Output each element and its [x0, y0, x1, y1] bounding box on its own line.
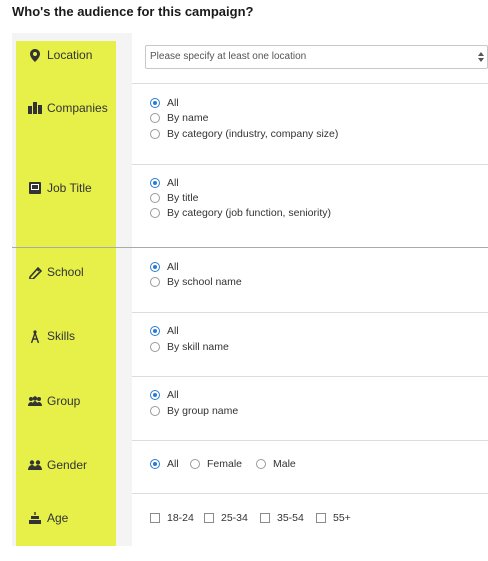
radio-button[interactable]	[150, 98, 160, 108]
divider	[132, 164, 488, 165]
radio-button[interactable]	[150, 129, 160, 139]
companies-option-all[interactable]: All	[150, 97, 179, 109]
select-arrows-icon	[478, 52, 484, 65]
briefcase-icon	[28, 181, 42, 195]
school-option-all[interactable]: All	[150, 261, 179, 273]
radio-button[interactable]	[150, 113, 160, 123]
gender-option-male[interactable]: Male	[256, 458, 296, 470]
school-option-by-school-name[interactable]: By school name	[150, 276, 242, 288]
people-icon	[28, 458, 42, 472]
radio-button[interactable]	[150, 406, 160, 416]
companies-option-by-name[interactable]: By name	[150, 112, 208, 124]
radio-button[interactable]	[150, 326, 160, 336]
location-label: Location	[28, 48, 92, 62]
age-option-55-plus[interactable]: 55+	[316, 512, 351, 524]
checkbox[interactable]	[204, 513, 214, 523]
gender-label: Gender	[28, 458, 87, 472]
job-title-option-by-category[interactable]: By category (job function, seniority)	[150, 207, 331, 219]
job-title-option-by-title[interactable]: By title	[150, 192, 199, 204]
radio-button[interactable]	[150, 277, 160, 287]
radio-button[interactable]	[150, 178, 160, 188]
radio-button[interactable]	[150, 342, 160, 352]
diploma-icon	[28, 265, 42, 279]
skills-option-all[interactable]: All	[150, 325, 179, 337]
section-divider	[12, 247, 488, 248]
options-column	[132, 33, 488, 546]
checkbox[interactable]	[260, 513, 270, 523]
radio-button[interactable]	[150, 193, 160, 203]
job-title-option-all[interactable]: All	[150, 177, 179, 189]
location-placeholder: Please specify at least one location	[150, 51, 307, 62]
job-title-label: Job Title	[28, 181, 92, 195]
group-label: Group	[28, 394, 80, 408]
divider	[132, 440, 488, 441]
group-icon	[28, 394, 42, 408]
group-option-by-group-name[interactable]: By group name	[150, 405, 238, 417]
skills-option-by-skill-name[interactable]: By skill name	[150, 341, 229, 353]
radio-button[interactable]	[190, 459, 200, 469]
divider	[132, 83, 488, 84]
age-label: Age	[28, 511, 68, 525]
cake-icon	[28, 511, 42, 525]
divider	[132, 493, 488, 494]
gender-option-all[interactable]: All	[150, 458, 179, 470]
page-title: Who's the audience for this campaign?	[12, 4, 254, 19]
compass-icon	[28, 329, 42, 343]
skills-label: Skills	[28, 329, 75, 343]
radio-button[interactable]	[150, 390, 160, 400]
school-label: School	[28, 265, 84, 279]
age-option-18-24[interactable]: 18-24	[150, 512, 194, 524]
buildings-icon	[28, 101, 42, 115]
checkbox[interactable]	[316, 513, 326, 523]
location-pin-icon	[28, 48, 42, 62]
divider	[132, 312, 488, 313]
radio-button[interactable]	[150, 262, 160, 272]
radio-button[interactable]	[150, 208, 160, 218]
companies-label: Companies	[28, 101, 108, 115]
group-option-all[interactable]: All	[150, 389, 179, 401]
location-select[interactable]: Please specify at least one location	[145, 45, 488, 69]
divider	[132, 376, 488, 377]
companies-option-by-category[interactable]: By category (industry, company size)	[150, 128, 338, 140]
radio-button[interactable]	[256, 459, 266, 469]
age-option-25-34[interactable]: 25-34	[204, 512, 248, 524]
age-option-35-54[interactable]: 35-54	[260, 512, 304, 524]
gender-option-female[interactable]: Female	[190, 458, 242, 470]
radio-button[interactable]	[150, 459, 160, 469]
checkbox[interactable]	[150, 513, 160, 523]
